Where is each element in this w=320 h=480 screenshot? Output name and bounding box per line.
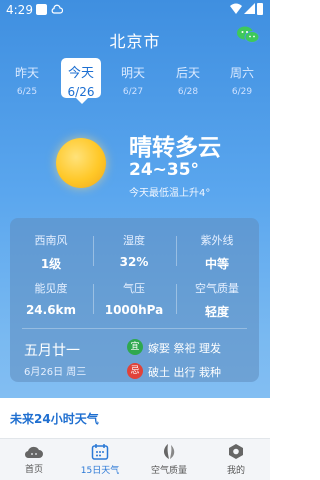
detail-value: 轻度 [204,305,229,319]
signal-icon [244,3,255,14]
leaf-icon [164,444,175,459]
status-bar: 4:29 [0,0,270,20]
day-name: 今天 [67,66,94,81]
settings-icon [229,444,243,459]
nav-label: 15日天气 [80,466,120,476]
nav-air-quality[interactable]: 空气质量 [139,443,199,476]
status-time: 4:29 [6,3,33,17]
nav-label: 首页 [24,465,43,475]
day-date: 6/28 [177,87,199,97]
nav-label: 我的 [226,466,245,476]
detail-label: 湿度 [123,234,145,247]
details-panel: 西南风 1级 湿度 32% 紫外线 中等 能见度 24.6km 气压 1000h… [10,218,259,382]
detail-visibility: 能见度 24.6km [10,280,92,317]
ji-badge: 忌 [127,363,143,379]
temperature-note: 今天最低温上升4° [129,188,211,199]
detail-label: 紫外线 [200,234,234,247]
divider [176,236,177,266]
detail-value: 1级 [40,257,62,271]
temperature-range: 24~35° [129,160,200,180]
day-name: 昨天 [14,66,39,80]
day-name: 周六 [229,66,254,80]
detail-uv: 紫外线 中等 [176,232,258,272]
ji-activities: 破土 出行 栽种 [148,366,221,379]
divider [93,236,94,266]
day-tab-today[interactable]: 今天 6/26 [61,58,101,104]
day-name: 明天 [120,66,145,80]
divider [93,284,94,314]
detail-wind: 西南风 1级 [10,232,92,272]
calendar-icon [91,444,109,460]
day-name: 后天 [175,66,200,80]
weather-condition: 晴转多云 [129,135,221,161]
day-tab-tomorrow[interactable]: 明天 6/27 [113,64,153,97]
battery-icon [257,3,263,15]
yi-badge: 宜 [127,339,143,355]
detail-humidity: 湿度 32% [93,232,175,269]
chat-icon[interactable] [236,24,260,46]
divider [22,328,247,329]
day-date: 6/26 [67,85,95,99]
day-date: 6/29 [231,87,253,97]
day-date: 6/27 [122,87,144,97]
weather-screen: 4:29 北京市 昨天 6/25 今天 6/26 明天 6/27 后天 6/28… [0,0,270,480]
city-title[interactable]: 北京市 [0,28,270,52]
detail-label: 能见度 [34,282,68,295]
yi-activities: 嫁娶 祭祀 理发 [148,342,221,355]
detail-pressure: 气压 1000hPa [93,280,175,317]
cloud-status-icon [51,4,63,14]
day-tab-saturday[interactable]: 周六 6/29 [222,64,262,97]
notification-icon [36,4,47,15]
wifi-icon [230,3,242,14]
detail-label: 气压 [123,282,145,295]
detail-value: 24.6km [25,303,77,317]
detail-value: 1000hPa [104,303,164,317]
bottom-nav: 首页 15日天气 空气质量 我的 [0,438,270,480]
day-tab-day-after[interactable]: 后天 6/28 [168,64,208,97]
detail-air-quality: 空气质量 轻度 [176,280,258,320]
cloud-icon [24,446,43,459]
detail-value: 中等 [204,257,229,271]
detail-value: 32% [119,255,149,269]
nav-label: 空气质量 [150,466,187,476]
calendar-date: 6月26日 周三 [24,367,87,378]
lunar-date: 五月廿一 [24,343,80,359]
sun-icon [56,138,106,188]
day-date: 6/25 [16,87,38,97]
forecast-24h-title[interactable]: 未来24小时天气 [10,410,99,427]
day-tab-yesterday[interactable]: 昨天 6/25 [7,64,47,97]
nav-home[interactable]: 首页 [4,443,64,475]
detail-label: 空气质量 [195,282,239,295]
nav-mine[interactable]: 我的 [206,443,266,476]
detail-label: 西南风 [34,234,68,247]
divider [176,284,177,314]
nav-15-day[interactable]: 15日天气 [70,443,130,476]
